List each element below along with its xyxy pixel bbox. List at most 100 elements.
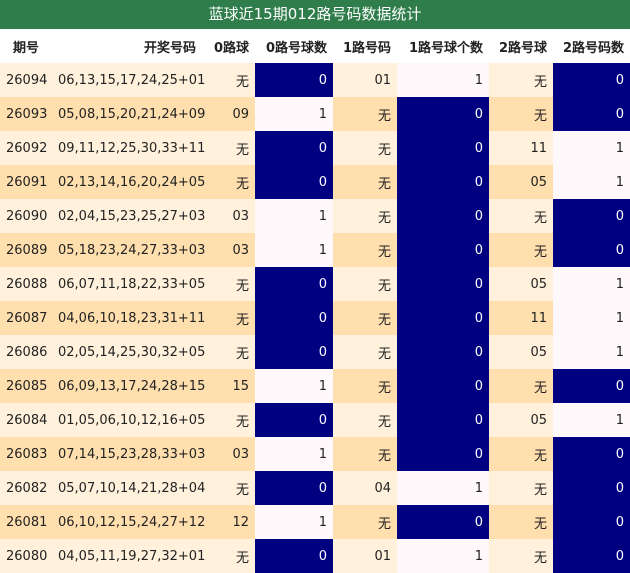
- header-route0: 0路球: [202, 29, 255, 63]
- route1-cell: 无: [333, 165, 397, 199]
- table-row: 26093 05,08,15,20,21,24+09 09 1 无 0 无 0: [0, 97, 630, 131]
- route2-count-cell: 1: [553, 301, 630, 335]
- period-cell: 26088: [0, 267, 52, 301]
- route1-count-cell: 0: [397, 369, 489, 403]
- route0-count-cell: 1: [255, 233, 333, 267]
- numbers-cell: 06,10,12,15,24,27+12: [52, 505, 205, 539]
- period-cell: 26090: [0, 199, 52, 233]
- route1-count-cell: 0: [397, 97, 489, 131]
- route0-cell: 无: [202, 165, 255, 199]
- header-numbers: 开奖号码: [52, 29, 202, 63]
- table-row: 26086 02,05,14,25,30,32+05 无 0 无 0 05 1: [0, 335, 630, 369]
- route0-cell: 03: [202, 199, 255, 233]
- header-route2: 2路号球: [489, 29, 553, 63]
- period-cell: 26085: [0, 369, 52, 403]
- numbers-cell: 05,07,10,14,21,28+04: [52, 471, 205, 505]
- period-cell: 26092: [0, 131, 52, 165]
- table-row: 26080 04,05,11,19,27,32+01 无 0 01 1 无 0: [0, 539, 630, 573]
- period-cell: 26081: [0, 505, 52, 539]
- route2-cell: 无: [489, 471, 553, 505]
- period-cell: 26084: [0, 403, 52, 437]
- route2-cell: 无: [489, 369, 553, 403]
- route1-count-cell: 0: [397, 437, 489, 471]
- route1-cell: 无: [333, 301, 397, 335]
- route2-count-cell: 0: [553, 437, 630, 471]
- route1-cell: 无: [333, 369, 397, 403]
- route0-count-cell: 0: [255, 267, 333, 301]
- table-row: 26094 06,13,15,17,24,25+01 无 0 01 1 无 0: [0, 63, 630, 97]
- route2-cell: 05: [489, 165, 553, 199]
- route0-cell: 15: [202, 369, 255, 403]
- route0-cell: 12: [202, 505, 255, 539]
- route2-cell: 无: [489, 233, 553, 267]
- numbers-cell: 06,07,11,18,22,33+05: [52, 267, 205, 301]
- route2-count-cell: 0: [553, 539, 630, 573]
- route0-cell: 无: [202, 63, 255, 97]
- route0-cell: 03: [202, 233, 255, 267]
- numbers-cell: 07,14,15,23,28,33+03: [52, 437, 205, 471]
- route2-cell: 11: [489, 301, 553, 335]
- route2-count-cell: 0: [553, 97, 630, 131]
- route1-cell: 无: [333, 267, 397, 301]
- table-title: 蓝球近15期012路号码数据统计: [0, 0, 630, 29]
- route0-count-cell: 1: [255, 437, 333, 471]
- table-row: 26089 05,18,23,24,27,33+03 03 1 无 0 无 0: [0, 233, 630, 267]
- route2-cell: 无: [489, 97, 553, 131]
- route1-cell: 无: [333, 131, 397, 165]
- route2-count-cell: 0: [553, 369, 630, 403]
- route2-cell: 无: [489, 539, 553, 573]
- header-route1: 1路号码: [333, 29, 397, 63]
- table-row: 26090 02,04,15,23,25,27+03 03 1 无 0 无 0: [0, 199, 630, 233]
- route2-cell: 05: [489, 267, 553, 301]
- table-row: 26091 02,13,14,16,20,24+05 无 0 无 0 05 1: [0, 165, 630, 199]
- route1-count-cell: 0: [397, 233, 489, 267]
- route1-cell: 无: [333, 403, 397, 437]
- numbers-cell: 06,13,15,17,24,25+01: [52, 63, 205, 97]
- numbers-cell: 05,08,15,20,21,24+09: [52, 97, 205, 131]
- route0-cell: 03: [202, 437, 255, 471]
- header-route1-count: 1路号球个数: [397, 29, 489, 63]
- route0-count-cell: 0: [255, 403, 333, 437]
- route0-cell: 无: [202, 131, 255, 165]
- table-row: 26088 06,07,11,18,22,33+05 无 0 无 0 05 1: [0, 267, 630, 301]
- route2-count-cell: 0: [553, 505, 630, 539]
- route1-count-cell: 1: [397, 471, 489, 505]
- route2-count-cell: 0: [553, 471, 630, 505]
- route1-cell: 无: [333, 335, 397, 369]
- route0-count-cell: 1: [255, 505, 333, 539]
- route1-count-cell: 0: [397, 165, 489, 199]
- route1-cell: 01: [333, 539, 397, 573]
- route1-cell: 无: [333, 199, 397, 233]
- period-cell: 26086: [0, 335, 52, 369]
- route0-cell: 无: [202, 335, 255, 369]
- route1-count-cell: 1: [397, 539, 489, 573]
- period-cell: 26093: [0, 97, 52, 131]
- numbers-cell: 02,04,15,23,25,27+03: [52, 199, 205, 233]
- route2-count-cell: 1: [553, 165, 630, 199]
- numbers-cell: 02,05,14,25,30,32+05: [52, 335, 205, 369]
- numbers-cell: 05,18,23,24,27,33+03: [52, 233, 205, 267]
- header-route0-count: 0路号球数: [255, 29, 333, 63]
- table-row: 26082 05,07,10,14,21,28+04 无 0 04 1 无 0: [0, 471, 630, 505]
- route1-cell: 01: [333, 63, 397, 97]
- route0-cell: 无: [202, 301, 255, 335]
- route2-count-cell: 0: [553, 199, 630, 233]
- route1-cell: 无: [333, 97, 397, 131]
- period-cell: 26094: [0, 63, 52, 97]
- route1-cell: 无: [333, 505, 397, 539]
- route2-cell: 无: [489, 199, 553, 233]
- period-cell: 26080: [0, 539, 52, 573]
- route2-count-cell: 1: [553, 335, 630, 369]
- route2-cell: 05: [489, 403, 553, 437]
- table-row: 26087 04,06,10,18,23,31+11 无 0 无 0 11 1: [0, 301, 630, 335]
- table-body: 26094 06,13,15,17,24,25+01 无 0 01 1 无 0 26093 05,…: [0, 63, 630, 573]
- route2-count-cell: 0: [553, 233, 630, 267]
- route0-count-cell: 0: [255, 539, 333, 573]
- period-cell: 26089: [0, 233, 52, 267]
- route0-count-cell: 1: [255, 369, 333, 403]
- table-row: 26092 09,11,12,25,30,33+11 无 0 无 0 11 1: [0, 131, 630, 165]
- route0-cell: 无: [202, 267, 255, 301]
- route2-cell: 无: [489, 437, 553, 471]
- route1-count-cell: 0: [397, 301, 489, 335]
- route0-count-cell: 0: [255, 335, 333, 369]
